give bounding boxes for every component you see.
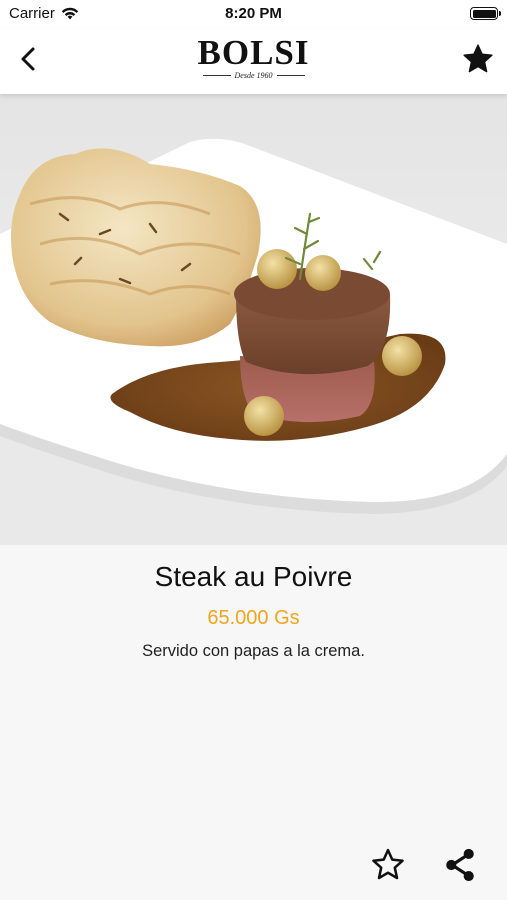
logo-subtitle-row: Desde 1960 — [0, 71, 507, 80]
logo-text: BOLSI — [197, 33, 310, 72]
dish-name: Steak au Poivre — [154, 561, 353, 592]
status-bar: Carrier 8:20 PM — [0, 0, 507, 28]
dish-description: Servido con papas a la crema. — [142, 642, 365, 660]
battery-icon — [470, 7, 501, 20]
brand-logo: BOLSI Desde 1960 — [0, 33, 507, 80]
navigation-bar: BOLSI Desde 1960 — [0, 28, 507, 94]
logo-subtitle: Desde 1960 — [234, 71, 273, 80]
dish-photo — [0, 94, 507, 545]
dish-photo-illustration — [0, 94, 507, 545]
share-button[interactable] — [441, 846, 479, 884]
star-filled-icon — [463, 44, 493, 73]
dish-price: 65.000 Gs — [207, 607, 300, 629]
status-time: 8:20 PM — [225, 5, 282, 22]
share-icon — [446, 848, 474, 882]
favorite-button[interactable] — [369, 846, 407, 884]
favorite-nav-button[interactable] — [461, 42, 495, 76]
dish-info: Steak au Poivre 65.000 Gs Servido con pa… — [0, 545, 507, 661]
star-outline-icon — [372, 848, 404, 880]
